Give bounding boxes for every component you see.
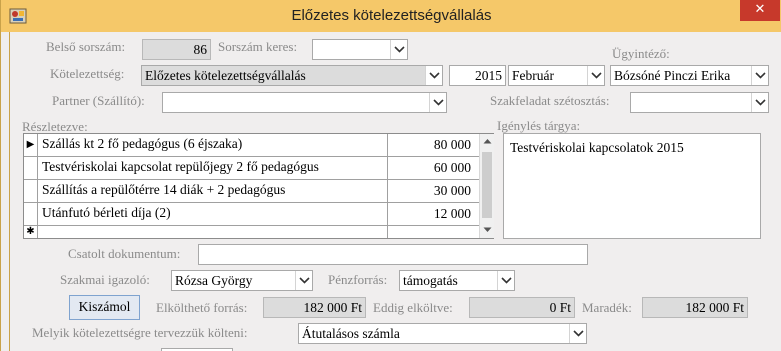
ev-field[interactable]: 2015: [449, 65, 506, 86]
row-amount[interactable]: 30 000: [387, 180, 479, 202]
chevron-down-icon[interactable]: [429, 93, 446, 112]
igenyles-textarea[interactable]: Testvériskolai kapcsolatok 2015: [503, 133, 761, 239]
row-amount[interactable]: 80 000: [387, 134, 479, 156]
row-description[interactable]: Szállítás a repülőtérre 14 diák + 2 peda…: [42, 182, 394, 198]
sorszam-keres-combo[interactable]: [312, 39, 408, 60]
row-amount[interactable]: 12 000: [387, 203, 479, 225]
chevron-down-icon[interactable]: [751, 66, 768, 85]
close-button[interactable]: ✕: [740, 0, 780, 21]
window-title: Előzetes kötelezettségvállalás: [291, 7, 492, 24]
kotelezettseg-label: Kötelezettség:: [50, 66, 125, 81]
chevron-down-icon[interactable]: [390, 40, 407, 59]
partner-combo[interactable]: [162, 92, 447, 113]
csatolt-field[interactable]: [198, 244, 588, 265]
row-description[interactable]: Szállás kt 2 fő pedagógus (6 éjszaka): [42, 136, 394, 152]
row-selector[interactable]: [24, 203, 38, 225]
kotelezettseg-value: Előzetes kötelezettségvállalás: [145, 68, 306, 83]
title-bar[interactable]: Előzetes kötelezettségvállalás ✕: [1, 0, 781, 32]
penzforras-combo[interactable]: támogatás: [399, 270, 515, 291]
szakmai-label: Szakmai igazoló:: [60, 272, 150, 287]
row-selector[interactable]: ▶: [24, 134, 38, 156]
elkoltheto-label: Elkölthető forrás:: [156, 300, 248, 315]
maradek-label: Maradék:: [582, 300, 632, 315]
row-amount[interactable]: [387, 226, 479, 238]
row-selector[interactable]: [24, 180, 38, 202]
new-row-icon[interactable]: ✱: [24, 226, 38, 238]
chevron-down-icon[interactable]: [587, 66, 604, 85]
penzforras-value: támogatás: [403, 273, 458, 288]
penzforras-label: Pénzforrás:: [328, 272, 388, 287]
kotelezettseg-combo[interactable]: Előzetes kötelezettségvállalás: [141, 65, 443, 86]
igenyles-label: Igénylés tárgya:: [497, 118, 581, 133]
row-amount[interactable]: 60 000: [387, 157, 479, 179]
ugyintezo-combo[interactable]: Bózsóné Pinczi Erika: [610, 65, 769, 86]
sorszam-keres-label: Sorszám keres:: [218, 39, 298, 54]
csatolt-label: Csatolt dokumentum:: [68, 246, 181, 261]
ugyintezo-label: Ügyintéző:: [612, 46, 670, 61]
chevron-down-icon[interactable]: [751, 93, 768, 112]
belso-sorszam-label: Belső sorszám:: [46, 39, 126, 54]
chevron-down-icon[interactable]: [497, 271, 514, 290]
chevron-down-icon[interactable]: [569, 324, 586, 343]
szakfeladat-label: Szakfeladat szétosztás:: [490, 93, 610, 108]
melyik-label: Melyik kötelezettségre tervezzük költeni…: [32, 325, 248, 340]
melyik-value: Átutalásos számla: [302, 326, 400, 341]
row-description[interactable]: Utánfutó bérleti díja (2): [42, 205, 394, 221]
chevron-down-icon[interactable]: [425, 66, 442, 85]
eddig-label: Eddig elköltve:: [373, 300, 453, 315]
row-description[interactable]: Testvériskolai kapcsolat repülőjegy 2 fő…: [42, 159, 394, 175]
szakmai-combo[interactable]: Rózsa György: [171, 270, 313, 291]
new-row[interactable]: ✱: [24, 226, 479, 238]
form-area: Belső sorszám: 86 Sorszám keres: Ügyinté…: [9, 32, 781, 351]
belso-sorszam-field: 86: [142, 39, 211, 60]
reszletezes-table[interactable]: ▶ Szállás kt 2 fő pedagógus (6 éjszaka) …: [23, 133, 494, 239]
ugyintezo-value: Bózsóné Pinczi Erika: [614, 68, 731, 83]
table-scrollbar[interactable]: [479, 134, 494, 238]
szakfeladat-combo[interactable]: [630, 92, 769, 113]
kiszamol-button[interactable]: Kiszámol: [69, 295, 140, 320]
szakmai-value: Rózsa György: [175, 273, 253, 288]
chevron-down-icon[interactable]: [295, 271, 312, 290]
scroll-up-icon[interactable]: [483, 138, 492, 144]
elkoltheto-field: 182 000 Ft: [263, 297, 366, 318]
table-row[interactable]: Szállítás a repülőtérre 14 diák + 2 peda…: [24, 180, 479, 203]
dialog-window: Előzetes kötelezettségvállalás ✕ Belső s…: [0, 0, 781, 351]
table-row[interactable]: Testvériskolai kapcsolat repülőjegy 2 fő…: [24, 157, 479, 180]
row-selector[interactable]: [24, 157, 38, 179]
eddig-field: 0 Ft: [469, 297, 575, 318]
melyik-combo[interactable]: Átutalásos számla: [298, 323, 587, 344]
partner-label: Partner (Szállító):: [52, 93, 145, 108]
honap-combo[interactable]: Február: [508, 65, 605, 86]
table-row[interactable]: Utánfutó bérleti díja (2) 12 000: [24, 203, 479, 226]
table-row[interactable]: ▶ Szállás kt 2 fő pedagógus (6 éjszaka) …: [24, 134, 479, 157]
scroll-down-icon[interactable]: [483, 227, 492, 233]
honap-value: Február: [512, 68, 554, 83]
scroll-thumb[interactable]: [482, 152, 492, 218]
maradek-field: 182 000 Ft: [642, 297, 748, 318]
